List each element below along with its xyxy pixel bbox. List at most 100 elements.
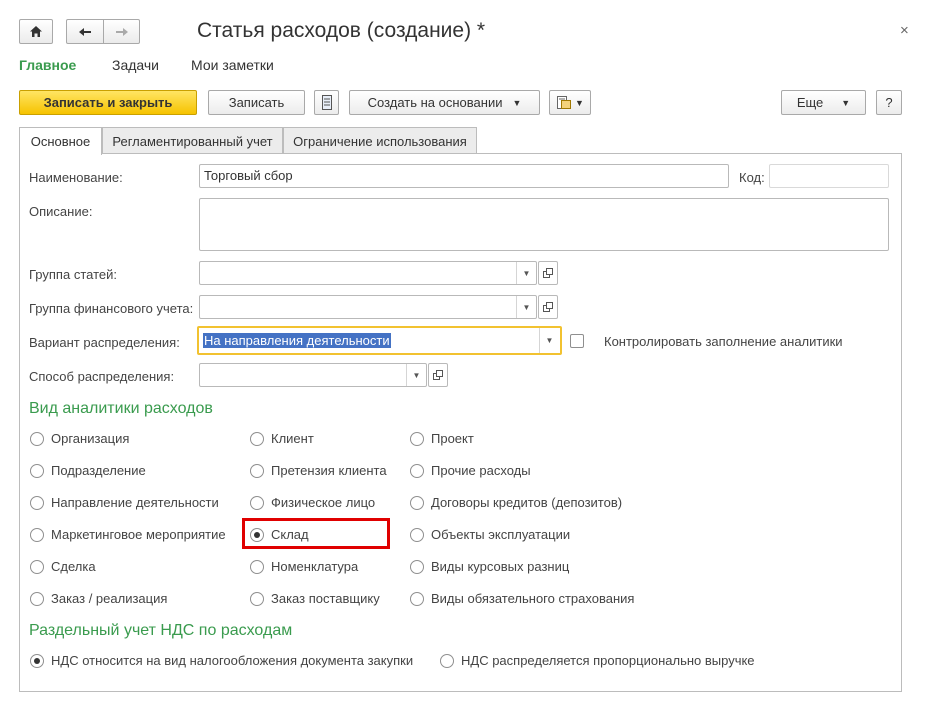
more-button[interactable]: Еще ▼ — [781, 90, 866, 115]
arrow-right-icon — [115, 27, 128, 36]
control-analytics-checkbox[interactable] — [570, 334, 584, 348]
radio-label: Договоры кредитов (депозитов) — [431, 495, 623, 510]
description-label: Описание: — [29, 204, 93, 219]
print-menu-button[interactable]: ▼ — [549, 90, 591, 115]
radio-label: Организация — [51, 431, 130, 446]
radio-circle — [30, 559, 44, 574]
fin-group-open-button[interactable] — [538, 295, 558, 319]
radio-label: Направление деятельности — [51, 495, 219, 510]
group-open-button[interactable] — [538, 261, 558, 285]
chevron-down-icon[interactable]: ▼ — [516, 262, 536, 284]
open-form-icon — [543, 268, 553, 278]
variant-value: На направления деятельности — [203, 333, 391, 348]
radio-label: НДС относится на вид налогообложения док… — [51, 653, 414, 668]
open-form-icon — [433, 370, 443, 380]
section-main[interactable]: Главное — [19, 57, 76, 73]
radio-order-sale[interactable]: Заказ / реализация — [30, 591, 167, 606]
radio-label: Проект — [431, 431, 474, 446]
radio-label: Маркетинговое мероприятие — [51, 527, 226, 542]
radio-supplier-order[interactable]: Заказ поставщику — [250, 591, 380, 606]
document-list-button[interactable] — [314, 90, 339, 115]
create-based-on-button[interactable]: Создать на основании ▼ — [349, 90, 540, 115]
radio-label: Номенклатура — [271, 559, 359, 574]
radio-circle — [250, 431, 264, 446]
radio-circle — [30, 431, 44, 446]
back-button[interactable] — [66, 19, 104, 44]
radio-credit-contracts[interactable]: Договоры кредитов (депозитов) — [410, 495, 622, 510]
radio-mandatory-insurance[interactable]: Виды обязательного страхования — [410, 591, 634, 606]
group-label: Группа статей: — [29, 267, 117, 282]
fin-group-label: Группа финансового учета: — [29, 301, 194, 316]
radio-project[interactable]: Проект — [410, 431, 474, 446]
radio-exchange-differences[interactable]: Виды курсовых разниц — [410, 559, 569, 574]
close-icon[interactable]: × — [900, 22, 909, 39]
chevron-down-icon: ▼ — [575, 97, 584, 108]
print-icon — [557, 96, 572, 109]
radio-nomenclature[interactable]: Номенклатура — [250, 559, 358, 574]
chevron-down-icon[interactable]: ▼ — [406, 364, 426, 386]
section-notes[interactable]: Мои заметки — [191, 57, 274, 73]
radio-circle — [30, 527, 44, 542]
radio-label: Заказ / реализация — [51, 591, 168, 606]
home-button[interactable] — [19, 19, 53, 44]
tab-regulated-accounting[interactable]: Регламентированный учет — [102, 127, 283, 154]
radio-other-expenses[interactable]: Прочие расходы — [410, 463, 531, 478]
arrow-left-icon — [79, 27, 91, 36]
radio-label: Заказ поставщику — [271, 591, 380, 606]
chevron-down-icon: ▼ — [841, 97, 851, 108]
variant-field[interactable]: На направления деятельности ▼ — [197, 326, 562, 355]
radio-individual[interactable]: Физическое лицо — [250, 495, 375, 510]
radio-label: Подразделение — [51, 463, 146, 478]
group-field[interactable]: ▼ — [199, 261, 537, 285]
radio-operation-objects[interactable]: Объекты эксплуатации — [410, 527, 570, 542]
radio-label: Клиент — [271, 431, 314, 446]
radio-circle — [410, 495, 424, 510]
radio-circle — [250, 463, 264, 478]
section-tasks[interactable]: Задачи — [112, 57, 159, 73]
variant-label: Вариант распределения: — [29, 335, 180, 350]
radio-deal[interactable]: Сделка — [30, 559, 96, 574]
name-field[interactable]: Торговый сбор — [199, 164, 729, 188]
radio-circle — [410, 591, 424, 606]
radio-organization[interactable]: Организация — [30, 431, 129, 446]
radio-client-claim[interactable]: Претензия клиента — [250, 463, 387, 478]
description-field[interactable] — [199, 198, 889, 251]
radio-circle — [250, 559, 264, 574]
radio-label: Претензия клиента — [271, 463, 387, 478]
method-field[interactable]: ▼ — [199, 363, 427, 387]
highlight-frame — [242, 518, 390, 549]
forward-button[interactable] — [103, 19, 140, 44]
radio-circle — [410, 431, 424, 446]
open-form-icon — [543, 302, 553, 312]
analytics-section-title: Вид аналитики расходов — [29, 400, 213, 417]
method-label: Способ распределения: — [29, 369, 175, 384]
radio-label: Объекты эксплуатации — [431, 527, 571, 542]
create-based-on-label: Создать на основании — [367, 95, 503, 110]
radio-label: НДС распределяется пропорционально выруч… — [461, 653, 755, 668]
tab-main[interactable]: Основное — [19, 127, 102, 155]
code-label: Код: — [739, 170, 765, 185]
radio-vat-purchase-document[interactable]: НДС относится на вид налогообложения док… — [30, 653, 413, 668]
page-title: Статья расходов (создание) * — [197, 19, 486, 42]
chevron-down-icon[interactable]: ▼ — [516, 296, 536, 318]
radio-circle — [30, 591, 44, 606]
radio-marketing-event[interactable]: Маркетинговое мероприятие — [30, 527, 226, 542]
save-button[interactable]: Записать — [208, 90, 305, 115]
radio-circle — [30, 653, 44, 668]
chevron-down-icon[interactable]: ▼ — [539, 328, 559, 353]
tab-usage-restriction[interactable]: Ограничение использования — [283, 127, 477, 154]
help-button[interactable]: ? — [876, 90, 902, 115]
radio-vat-proportional[interactable]: НДС распределяется пропорционально выруч… — [440, 653, 755, 668]
fin-group-field[interactable]: ▼ — [199, 295, 537, 319]
method-open-button[interactable] — [428, 363, 448, 387]
radio-dot — [34, 657, 40, 664]
radio-department[interactable]: Подразделение — [30, 463, 146, 478]
radio-client[interactable]: Клиент — [250, 431, 314, 446]
radio-circle — [250, 495, 264, 510]
radio-circle — [250, 591, 264, 606]
document-list-icon — [321, 95, 332, 110]
save-and-close-button[interactable]: Записать и закрыть — [19, 90, 197, 115]
radio-circle — [30, 495, 44, 510]
code-field[interactable] — [769, 164, 889, 188]
radio-business-direction[interactable]: Направление деятельности — [30, 495, 219, 510]
